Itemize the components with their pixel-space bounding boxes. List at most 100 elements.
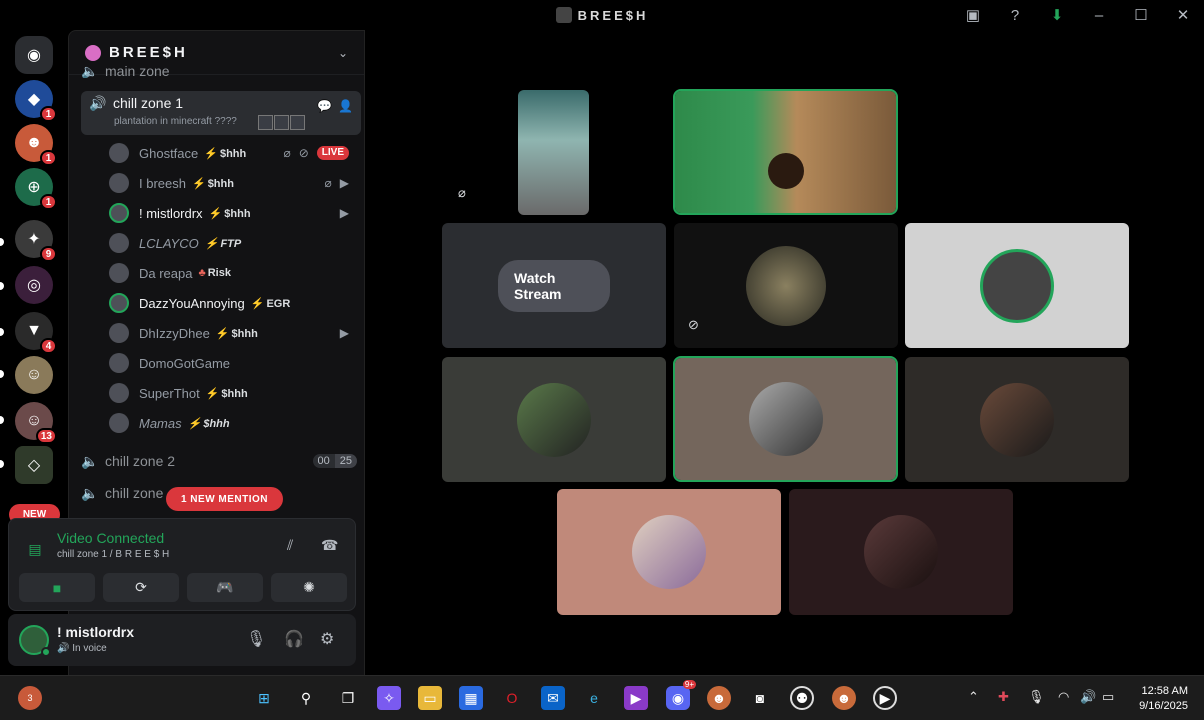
- voice-channel-chill-zone-2[interactable]: 🔈 chill zone 2 00 25: [81, 446, 361, 476]
- video-tile-camera[interactable]: [673, 89, 898, 215]
- video-tile-user[interactable]: [673, 356, 898, 482]
- voice-member[interactable]: ! mistlordrx ⚡ $hhh ▶: [109, 200, 349, 226]
- channel-name: chill zone 2: [105, 453, 176, 469]
- server-icon[interactable]: ⊕ 1: [15, 168, 57, 210]
- disconnect-icon[interactable]: ☎: [321, 537, 338, 554]
- server-icon[interactable]: ☺: [15, 356, 53, 394]
- muted-icon: ⊘: [298, 146, 309, 160]
- channel-name: chill zone: [105, 485, 164, 501]
- voice-member[interactable]: DhIzzyDhee ⚡ $hhh ▶: [109, 320, 349, 346]
- invite-icon[interactable]: 👤: [338, 99, 353, 113]
- voice-status[interactable]: Video Connected: [57, 530, 164, 546]
- server-icon[interactable]: ◎: [15, 266, 53, 304]
- opera-icon[interactable]: O: [500, 686, 524, 710]
- copilot-icon[interactable]: ✧: [377, 686, 401, 710]
- username[interactable]: ! mistlordrx: [57, 624, 134, 640]
- app-icon[interactable]: ☻: [832, 686, 856, 710]
- edge-icon[interactable]: e: [582, 686, 606, 710]
- widgets-icon[interactable]: 3: [18, 686, 42, 710]
- volume-icon[interactable]: 🔊: [1080, 689, 1096, 705]
- unread-badge: 1: [40, 194, 57, 210]
- video-tile-user[interactable]: [557, 489, 781, 615]
- video-tile-user[interactable]: ⊘: [674, 223, 898, 348]
- search-icon[interactable]: ⚲: [294, 686, 318, 710]
- video-tile-stream[interactable]: Watch Stream: [442, 223, 666, 348]
- start-icon[interactable]: ⊞: [252, 686, 276, 710]
- camera-button[interactable]: ■: [19, 573, 95, 602]
- microphone-icon[interactable]: 🎙: [1028, 689, 1045, 705]
- help-icon[interactable]: ?: [994, 0, 1036, 30]
- watch-stream-button[interactable]: Watch Stream: [498, 259, 610, 312]
- screen-share-button[interactable]: ⟳: [103, 573, 179, 602]
- voice-member[interactable]: LCLAYCO ⚡ FTP: [109, 230, 349, 256]
- soundboard-button[interactable]: ✺: [271, 573, 347, 602]
- activities-button[interactable]: 🎮: [187, 573, 263, 602]
- server-icon[interactable]: ✦ 9: [15, 220, 57, 262]
- clock[interactable]: 12:58 AM 9/16/2025: [1139, 684, 1188, 714]
- member-tag: $hhh: [203, 417, 230, 430]
- app-icon[interactable]: ☻: [707, 686, 731, 710]
- server-icon[interactable]: ▼ 4: [15, 312, 57, 354]
- wifi-icon[interactable]: ◠: [1058, 689, 1069, 705]
- headphones-icon[interactable]: 🎧: [284, 629, 304, 649]
- avatar: [980, 248, 1054, 323]
- microphone-icon[interactable]: 🎙: [246, 629, 266, 649]
- avatar: [748, 382, 823, 456]
- store-icon[interactable]: ▦: [459, 686, 483, 710]
- voice-member[interactable]: SuperThot ⚡ $hhh: [109, 380, 349, 406]
- avatar: [109, 323, 129, 343]
- server-icon[interactable]: ◇: [15, 446, 53, 484]
- voice-member[interactable]: DomoGotGame: [109, 350, 349, 376]
- maximize-icon[interactable]: ☐: [1120, 0, 1162, 30]
- server-icon[interactable]: ◆ 1: [15, 80, 57, 122]
- video-tile-user[interactable]: [789, 489, 1013, 615]
- signal-icon[interactable]: ▤: [23, 537, 47, 561]
- noise-suppression-icon[interactable]: ⫽: [287, 537, 293, 554]
- avatar: [632, 515, 706, 589]
- voice-member[interactable]: Mamas ⚡ $hhh: [109, 410, 349, 436]
- voice-member[interactable]: Da reapa ♣ Risk: [109, 260, 349, 286]
- clipchamp-icon[interactable]: ▶: [624, 686, 648, 710]
- battery-icon[interactable]: ▭: [1102, 689, 1114, 705]
- video-tile-user[interactable]: [905, 223, 1129, 348]
- voice-member[interactable]: Ghostface ⚡ $hhh ⌀ ⊘ LIVE: [109, 140, 349, 166]
- chat-icon[interactable]: 💬: [317, 99, 332, 113]
- settings-gear-icon[interactable]: ⚙: [320, 629, 334, 649]
- voice-member[interactable]: I breesh ⚡ $hhh ⌀ ▶: [109, 170, 349, 196]
- server-icon[interactable]: ☺ 13: [15, 402, 57, 444]
- voice-channel-chill-zone-1[interactable]: 🔊 chill zone 1 plantation in minecraft ?…: [81, 91, 361, 135]
- outlook-icon[interactable]: ✉: [541, 686, 565, 710]
- media-player-icon[interactable]: ▶: [873, 686, 897, 710]
- video-tile-user[interactable]: [905, 357, 1129, 482]
- tray-app-icon[interactable]: ✚: [998, 689, 1009, 705]
- video-tile-portrait[interactable]: [518, 90, 589, 215]
- voice-member[interactable]: DazzYouAnnoying ⚡ EGR: [109, 290, 349, 316]
- member-tag: $hhh: [207, 177, 234, 190]
- camera-app-icon[interactable]: ◙: [748, 686, 772, 710]
- member-name: DazzYouAnnoying: [139, 295, 245, 311]
- avatar: [109, 263, 129, 283]
- inbox-icon[interactable]: ▣: [952, 0, 994, 30]
- server-icon[interactable]: ☻ 1: [15, 124, 57, 166]
- close-icon[interactable]: ✕: [1162, 0, 1204, 30]
- video-tile-user[interactable]: [442, 357, 666, 482]
- voice-channel-path[interactable]: chill zone 1 / B R E E $ H: [57, 549, 169, 560]
- camera-icon: ▶: [339, 206, 349, 220]
- discord-icon[interactable]: ◉ 9+: [666, 680, 696, 710]
- server-logo-icon: [555, 7, 572, 23]
- file-explorer-icon[interactable]: ▭: [418, 686, 442, 710]
- unread-badge: 1: [40, 106, 57, 122]
- download-icon[interactable]: ⬇: [1036, 0, 1078, 30]
- task-view-icon[interactable]: ❐: [336, 686, 360, 710]
- deafened-icon: ⌀: [283, 146, 291, 160]
- chevron-up-icon[interactable]: ⌃: [968, 689, 979, 705]
- member-name: DhIzzyDhee: [139, 325, 210, 341]
- voice-channel-main-zone[interactable]: 🔈 main zone: [81, 64, 361, 78]
- chevron-down-icon[interactable]: ⌄: [338, 46, 348, 60]
- activity-thumbnails: [257, 115, 305, 130]
- obs-icon[interactable]: ⚉: [790, 686, 814, 710]
- camera-icon: ▶: [339, 326, 349, 340]
- discord-home-icon[interactable]: ◉: [15, 36, 53, 74]
- new-mention-pill[interactable]: 1 NEW MENTION: [166, 487, 283, 511]
- minimize-icon[interactable]: –: [1078, 0, 1120, 30]
